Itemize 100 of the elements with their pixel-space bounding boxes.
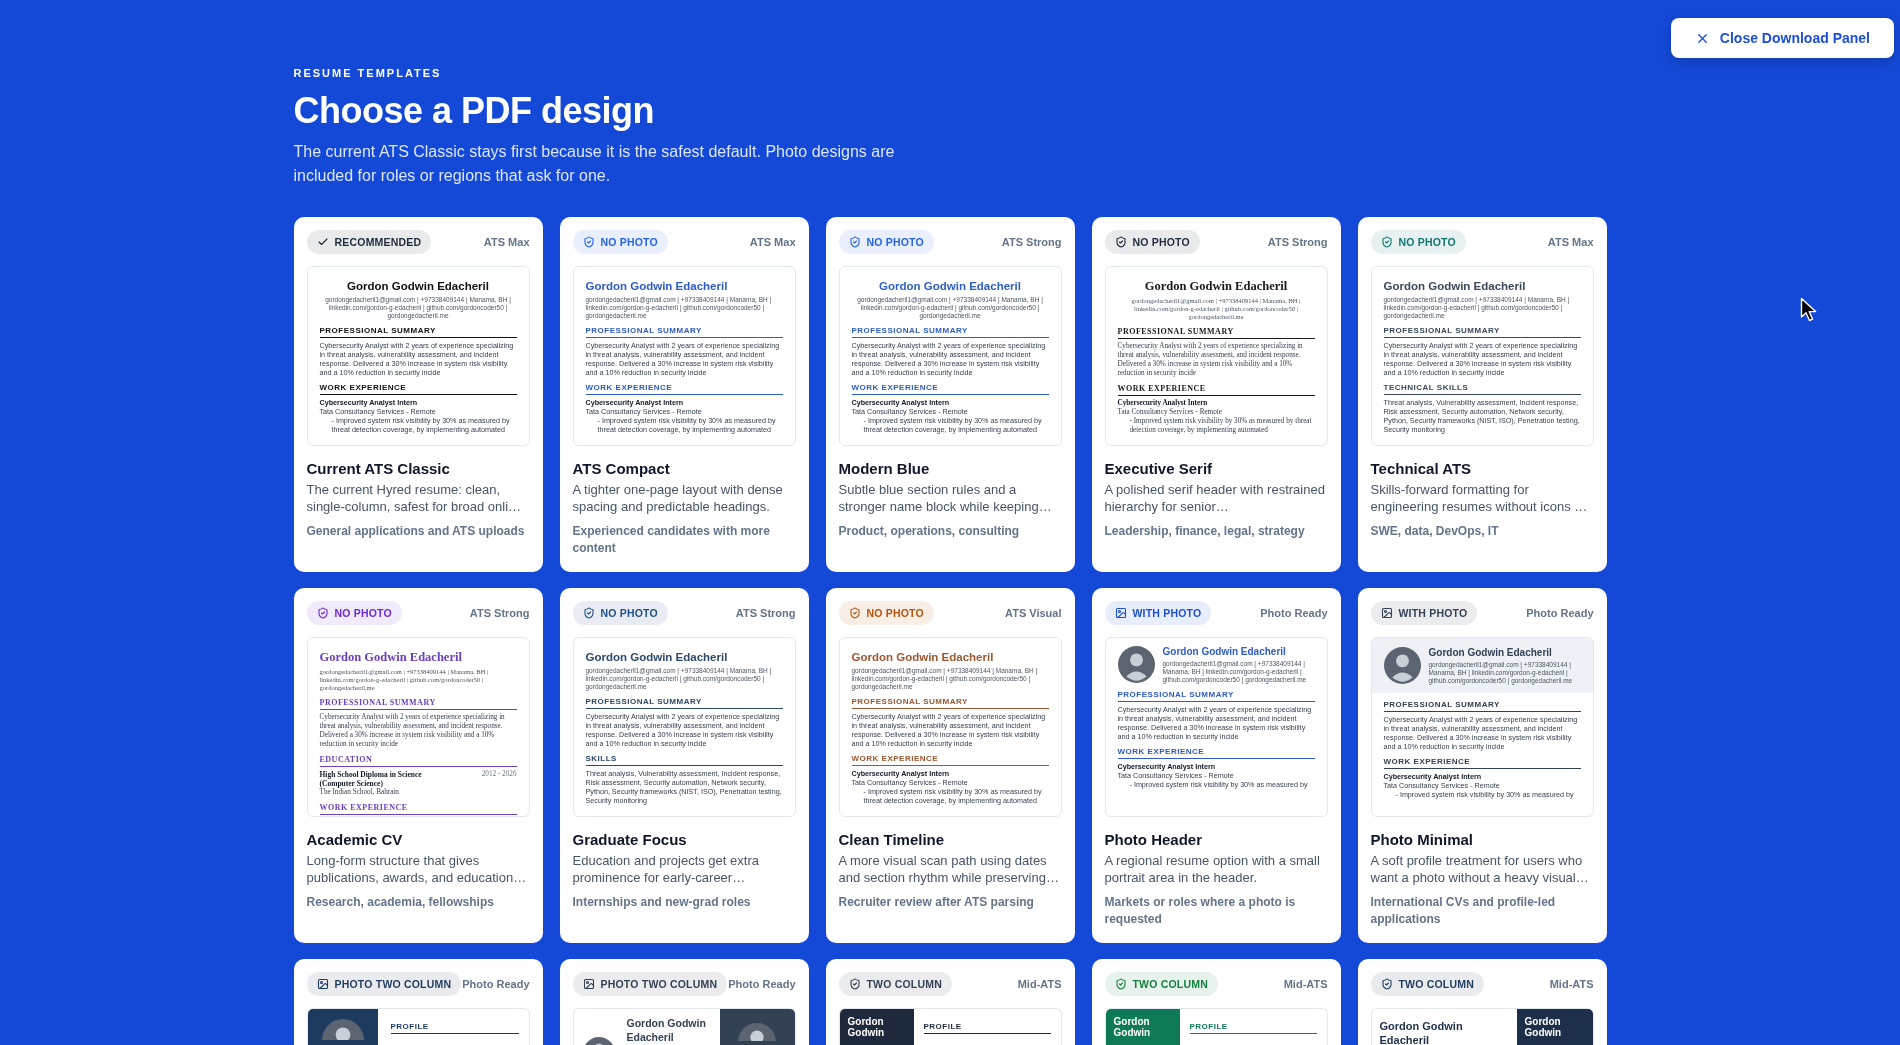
ats-rating-label: Photo Ready bbox=[728, 978, 796, 990]
ats-rating-label: ATS Strong bbox=[735, 607, 796, 619]
template-description: A tighter one-page layout with dense spacing and predictable headings. bbox=[572, 481, 784, 515]
shield-check-icon bbox=[848, 236, 861, 248]
ats-rating-label: Photo Ready bbox=[1260, 607, 1328, 619]
resume-section-heading: PROFESSIONAL SUMMARY bbox=[585, 696, 703, 706]
shield-check-icon bbox=[1380, 236, 1393, 248]
shield-check-icon bbox=[1114, 978, 1127, 990]
template-card[interactable] bbox=[559, 588, 809, 943]
tag-label: WITH PHOTO bbox=[1132, 607, 1202, 619]
template-card[interactable] bbox=[293, 217, 543, 572]
template-title: Academic CV bbox=[306, 830, 403, 850]
resume-section-heading: PROFESSIONAL SUMMARY bbox=[851, 696, 969, 706]
template-card[interactable]: PHOTO TWO COLUMN Photo Ready Gordon Godwin Edacheril bbox=[559, 959, 809, 1045]
template-description: Skills-forward formatting for engineering resumes without icons … bbox=[1370, 481, 1589, 515]
tag-label: NO PHOTO bbox=[1398, 236, 1456, 248]
image-icon bbox=[1114, 607, 1127, 619]
template-card[interactable] bbox=[293, 588, 543, 943]
template-title: ATS Compact bbox=[572, 459, 670, 479]
template-title: Photo Minimal bbox=[1370, 830, 1473, 850]
resume-name: Gordon Godwin Edacheril bbox=[851, 650, 995, 665]
template-card[interactable]: TWO COLUMN Mid-ATS Gordon Godwin Edacheril Gordon Godwin bbox=[1357, 959, 1607, 1045]
template-title: Technical ATS bbox=[1370, 459, 1472, 479]
resume-section-heading: WORK EXPERIENCE bbox=[1117, 383, 1207, 393]
resume-section-heading: EDUCATION bbox=[319, 754, 374, 764]
resume-name: Gordon Godwin Edacheril bbox=[346, 279, 490, 294]
template-audience: Experienced candidates with more content bbox=[572, 523, 771, 557]
resume-name: Gordon Godwin Edacheril bbox=[626, 1017, 707, 1044]
page-title: Choose a PDF design bbox=[293, 89, 655, 133]
template-card[interactable]: TWO COLUMN Mid-ATS Gordon Godwin PROFILE bbox=[825, 959, 1075, 1045]
template-audience: Leadership, finance, legal, strategy bbox=[1104, 523, 1306, 540]
resume-section-heading: PROFESSIONAL SUMMARY bbox=[1117, 326, 1235, 336]
resume-name: Gordon Godwin Edacheril bbox=[1162, 645, 1287, 658]
tag-label: NO PHOTO bbox=[600, 236, 658, 248]
avatar-placeholder bbox=[1117, 646, 1155, 683]
avatar-placeholder bbox=[1383, 647, 1421, 684]
checkmark-icon bbox=[316, 236, 329, 248]
resume-section-heading: WORK EXPERIENCE bbox=[851, 753, 940, 763]
resume-name: Gordon Godwin bbox=[1524, 1017, 1563, 1038]
template-card[interactable] bbox=[825, 588, 1075, 943]
resume-section-heading: PROFILE bbox=[1189, 1022, 1229, 1031]
shield-check-icon bbox=[848, 607, 861, 619]
close-panel-button[interactable]: Close Download Panel bbox=[1670, 18, 1894, 58]
template-audience: Recruiter review after ATS parsing bbox=[838, 894, 1035, 911]
resume-section-heading: WORK EXPERIENCE bbox=[1383, 757, 1472, 766]
resume-name: Gordon Godwin bbox=[1113, 1017, 1152, 1038]
resume-section-heading: PROFESSIONAL SUMMARY bbox=[319, 697, 437, 707]
tag-label: NO PHOTO bbox=[866, 236, 924, 248]
section-eyebrow: RESUME TEMPLATES bbox=[293, 66, 442, 80]
shield-check-icon bbox=[1114, 236, 1127, 248]
tag-label: NO PHOTO bbox=[334, 607, 392, 619]
template-title: Clean Timeline bbox=[838, 830, 945, 850]
shield-check-icon bbox=[848, 978, 861, 990]
template-audience: SWE, data, DevOps, IT bbox=[1370, 523, 1500, 540]
page-description: The current ATS Classic stays first because it is the safest default. Photo designs are included for roles or regions that ask for one. bbox=[293, 142, 896, 186]
template-title: Graduate Focus bbox=[572, 830, 687, 850]
resume-name: Gordon Godwin bbox=[847, 1017, 886, 1038]
resume-name: Gordon Godwin Edacheril bbox=[1143, 279, 1289, 295]
avatar-placeholder bbox=[738, 1023, 776, 1041]
template-description: A polished serif header with restrained hierarchy for senior… bbox=[1104, 481, 1326, 515]
template-card[interactable] bbox=[1357, 588, 1607, 943]
template-description: A more visual scan path using dates and section rhythm while preserving… bbox=[838, 852, 1060, 886]
resume-name: Gordon Godwin Edacheril bbox=[1379, 1019, 1464, 1045]
template-card[interactable] bbox=[1091, 588, 1341, 943]
template-audience: International CVs and profile-led applications bbox=[1370, 894, 1557, 928]
image-icon bbox=[316, 978, 329, 990]
tag-label: NO PHOTO bbox=[1132, 236, 1190, 248]
template-audience: Internships and new-grad roles bbox=[572, 894, 752, 911]
template-description: Subtle blue section rules and a stronger name block while keeping… bbox=[838, 481, 1053, 515]
template-card[interactable] bbox=[825, 217, 1075, 572]
shield-check-icon bbox=[582, 236, 595, 248]
resume-section-heading: PROFESSIONAL SUMMARY bbox=[585, 325, 703, 335]
shield-check-icon bbox=[1380, 978, 1393, 990]
resume-name: Gordon Godwin Edacheril bbox=[585, 279, 729, 294]
ats-rating-label: ATS Max bbox=[749, 236, 796, 248]
template-audience: Research, academia, fellowships bbox=[306, 894, 495, 911]
avatar-placeholder bbox=[582, 1037, 615, 1045]
template-description: A regional resume option with a small portrait area in the header. bbox=[1104, 852, 1321, 886]
ats-rating-label: ATS Strong bbox=[1001, 236, 1062, 248]
resume-section-heading: PROFILE bbox=[390, 1022, 430, 1031]
ats-rating-label: ATS Visual bbox=[1005, 607, 1062, 619]
ats-rating-label: Photo Ready bbox=[1526, 607, 1594, 619]
template-card[interactable] bbox=[559, 217, 809, 572]
template-card[interactable] bbox=[1091, 217, 1341, 572]
template-card[interactable]: TWO COLUMN Mid-ATS Gordon Godwin PROFILE bbox=[1091, 959, 1341, 1045]
ats-rating-label: Mid-ATS bbox=[1549, 978, 1594, 990]
tag-label: TWO COLUMN bbox=[1398, 978, 1474, 990]
template-description: A soft profile treatment for users who want a photo without a heavy visual… bbox=[1370, 852, 1590, 886]
resume-section-heading: WORK EXPERIENCE bbox=[1117, 747, 1206, 756]
resume-name: Gordon Godwin Edacheril bbox=[1383, 279, 1527, 294]
resume-name: Gordon Godwin Edacheril bbox=[878, 279, 1022, 294]
template-audience: Markets or roles where a photo is requested bbox=[1104, 894, 1297, 928]
template-card[interactable]: PHOTO TWO COLUMN Photo Ready PROFILE bbox=[293, 959, 543, 1045]
tag-label: PHOTO TWO COLUMN bbox=[334, 978, 452, 990]
template-audience: General applications and ATS uploads bbox=[306, 523, 526, 540]
resume-section-heading: PROFESSIONAL SUMMARY bbox=[1117, 690, 1235, 699]
template-title: Current ATS Classic bbox=[306, 459, 450, 479]
resume-name: Gordon Godwin Edacheril bbox=[1428, 646, 1553, 659]
template-card[interactable] bbox=[1357, 217, 1607, 572]
resume-section-heading: SKILLS bbox=[585, 753, 618, 763]
